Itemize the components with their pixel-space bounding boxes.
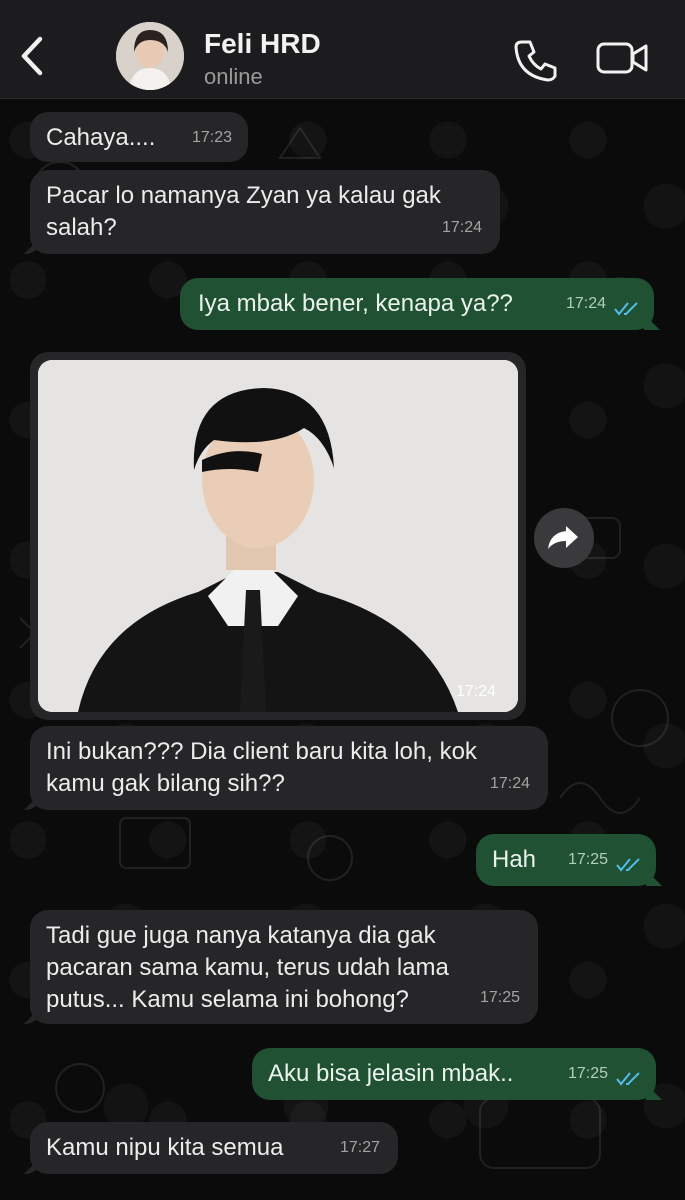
message-incoming[interactable]: Tadi gue juga nanya katanya dia gak paca… [30, 910, 538, 1024]
message-time: 17:24 [441, 219, 482, 236]
message-incoming[interactable]: Kamu nipu kita semua 17:27 [30, 1122, 398, 1174]
chat-header: Feli HRD online [0, 0, 685, 99]
message-outgoing[interactable]: Iya mbak bener, kenapa ya?? 17:24 [180, 278, 654, 330]
message-time: 17:25 [567, 851, 608, 868]
message-time: 17:24 [565, 295, 606, 312]
message-time: 17:23 [191, 129, 232, 146]
message-time: 17:25 [479, 989, 520, 1006]
back-chevron-icon[interactable] [14, 33, 50, 79]
message-text: Ini bukan??? Dia client baru kita loh, k… [46, 738, 477, 797]
contact-name[interactable]: Feli HRD [204, 28, 321, 60]
message-outgoing[interactable]: Aku bisa jelasin mbak.. 17:25 [252, 1048, 656, 1100]
forward-button[interactable] [534, 508, 594, 568]
read-receipt-icon [616, 1072, 640, 1086]
read-receipt-icon [614, 302, 638, 316]
message-incoming[interactable]: Ini bukan??? Dia client baru kita loh, k… [30, 726, 548, 810]
message-text: Tadi gue juga nanya katanya dia gak paca… [46, 922, 449, 1013]
phone-icon[interactable] [512, 36, 558, 82]
image-time: 17:24 [456, 683, 496, 700]
contact-status: online [204, 64, 263, 89]
message-text: Cahaya.... [46, 124, 156, 151]
message-incoming[interactable]: Pacar lo namanya Zyan ya kalau gak salah… [30, 170, 500, 254]
message-text: Hah [492, 846, 537, 873]
contact-avatar[interactable] [116, 22, 184, 90]
video-icon[interactable] [596, 40, 648, 76]
forward-arrow-icon [548, 526, 578, 549]
message-text: Aku bisa jelasin mbak.. [268, 1060, 514, 1087]
message-time: 17:27 [339, 1139, 380, 1156]
message-time: 17:24 [489, 775, 530, 792]
message-time: 17:25 [567, 1065, 608, 1082]
message-outgoing[interactable]: Hah 17:25 [476, 834, 656, 886]
read-receipt-icon [616, 858, 640, 872]
message-text: Kamu nipu kita semua [46, 1134, 284, 1161]
message-image[interactable]: 17:24 [30, 352, 526, 720]
shared-photo[interactable]: 17:24 [38, 360, 518, 712]
message-incoming[interactable]: Cahaya.... 17:23 [30, 112, 248, 162]
message-text: Iya mbak bener, kenapa ya?? [198, 290, 513, 317]
message-text: Pacar lo namanya Zyan ya kalau gak salah… [46, 182, 441, 241]
